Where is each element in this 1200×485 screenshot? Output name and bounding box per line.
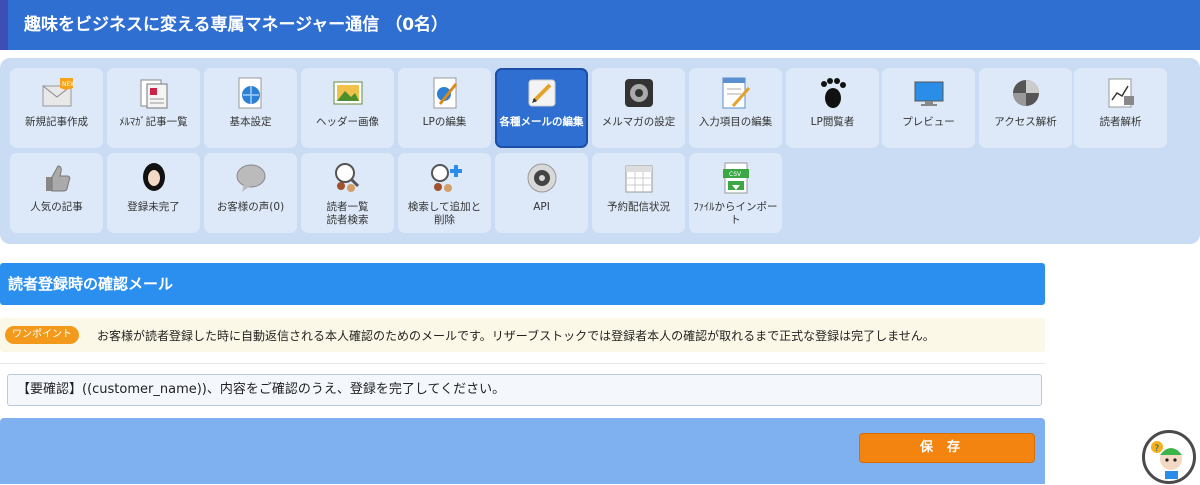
- tile-header-image[interactable]: ヘッダー画像: [301, 68, 394, 148]
- svg-text:NEW: NEW: [62, 81, 74, 88]
- tile-search-add-delete[interactable]: 検索して追加と 削除: [398, 153, 491, 233]
- articles-list-icon: [140, 79, 167, 109]
- tile-label: 読者解析: [1099, 116, 1142, 128]
- tile-label: 各種メールの編集: [499, 116, 584, 128]
- divider: [0, 363, 1045, 364]
- tile-label: 予約配信状況: [607, 201, 670, 213]
- tile-label: LPの編集: [422, 116, 467, 128]
- reader-search-icon: [334, 163, 359, 192]
- tile-form-edit[interactable]: 入力項目の編集: [689, 68, 782, 148]
- page-title: 趣味をビジネスに変える専属マネージャー通信 （0名）: [24, 15, 449, 35]
- tile-lp-viewers[interactable]: LP閲覧者: [786, 68, 879, 148]
- tile-popular-articles[interactable]: 人気の記事: [10, 153, 103, 233]
- mail-new-icon: NEW: [42, 78, 74, 107]
- tile-mail-edit[interactable]: 各種メールの編集: [495, 68, 588, 148]
- tile-label: 人気の記事: [30, 201, 83, 213]
- api-gear-icon: [527, 163, 556, 193]
- help-assistant-button[interactable]: ?: [1142, 430, 1196, 484]
- pencil-edit-icon: [528, 79, 555, 107]
- tile-article-list[interactable]: ﾒﾙﾏｶﾞ記事一覧: [107, 68, 200, 148]
- thumbs-up-icon: [45, 165, 70, 192]
- tile-scheduled-delivery[interactable]: 予約配信状況: [592, 153, 685, 233]
- tile-new-article[interactable]: NEW 新規記事作成: [10, 68, 103, 148]
- tile-label: 基本設定: [229, 116, 272, 128]
- save-button[interactable]: 保存: [859, 433, 1035, 463]
- tip-box: ワンポイント お客様が読者登録した時に自動返信される本人確認のためのメールです。…: [0, 318, 1045, 352]
- tile-reader-analysis[interactable]: 読者解析: [1074, 68, 1167, 148]
- tile-label: 登録未完了: [127, 201, 180, 213]
- tile-magazine-settings[interactable]: メルマガの設定: [592, 68, 685, 148]
- svg-text:CSV: CSV: [729, 171, 742, 178]
- form-edit-icon: [722, 77, 750, 109]
- lp-edit-icon: [433, 77, 457, 109]
- tile-label: ﾒﾙﾏｶﾞ記事一覧: [119, 116, 188, 128]
- tile-reader-list[interactable]: 読者一覧 読者検索: [301, 153, 394, 233]
- svg-text:?: ?: [1155, 444, 1160, 454]
- user-silhouette-icon: [142, 163, 165, 191]
- tile-label: 入力項目の編集: [698, 116, 773, 128]
- reader-analysis-icon: [1108, 78, 1134, 108]
- section-title: 読者登録時の確認メール: [0, 263, 1045, 305]
- page-header: 趣味をビジネスに変える専属マネージャー通信 （0名）: [0, 0, 1200, 50]
- tile-label: 新規記事作成: [25, 116, 88, 128]
- tile-api[interactable]: API: [495, 153, 588, 233]
- calendar-icon: [625, 165, 652, 193]
- tile-label: プレビュー: [902, 116, 955, 128]
- tile-label: お客様の声(0): [216, 201, 285, 213]
- tile-label: 検索して追加と 削除: [407, 201, 482, 226]
- tile-label: 読者一覧 読者検索: [326, 201, 369, 226]
- tile-lp-edit[interactable]: LPの編集: [398, 68, 491, 148]
- tile-label: API: [533, 201, 550, 213]
- toolbar-panel: NEW 新規記事作成 ﾒﾙﾏｶﾞ記事一覧 基本設定 ヘッダー画像 LPの編集 各…: [0, 58, 1200, 244]
- add-reader-icon: [430, 164, 462, 192]
- tile-label: メルマガの設定: [601, 116, 676, 128]
- tip-text: お客様が読者登録した時に自動返信される本人確認のためのメールです。リザーブストッ…: [97, 329, 935, 343]
- tile-preview[interactable]: プレビュー: [882, 68, 975, 148]
- tile-incomplete-registration[interactable]: 登録未完了: [107, 153, 200, 233]
- tile-access-analysis[interactable]: アクセス解析: [979, 68, 1072, 148]
- tip-badge: ワンポイント: [5, 326, 79, 344]
- tile-file-import[interactable]: CSV ﾌｧｲﾙからインポート: [689, 153, 782, 233]
- tile-customer-voice[interactable]: お客様の声(0): [204, 153, 297, 233]
- tile-basic-settings[interactable]: 基本設定: [204, 68, 297, 148]
- speech-bubble-icon: [236, 164, 265, 192]
- footprint-icon: [820, 78, 846, 108]
- image-icon: [333, 81, 362, 105]
- csv-import-icon: CSV: [722, 162, 749, 194]
- tile-label: ﾌｧｲﾙからインポート: [693, 201, 778, 226]
- support-character-icon: ?: [1151, 441, 1182, 479]
- tile-label: LP閲覧者: [810, 116, 855, 128]
- settings-icon: [624, 79, 653, 107]
- tile-label: アクセス解析: [994, 116, 1057, 128]
- pie-chart-icon: [1012, 80, 1039, 106]
- globe-document-icon: [238, 77, 261, 109]
- monitor-icon: [914, 81, 943, 106]
- subject-input[interactable]: 【要確認】((customer_name))、内容をご確認のうえ、登録を完了して…: [7, 374, 1042, 406]
- tile-label: ヘッダー画像: [316, 116, 379, 128]
